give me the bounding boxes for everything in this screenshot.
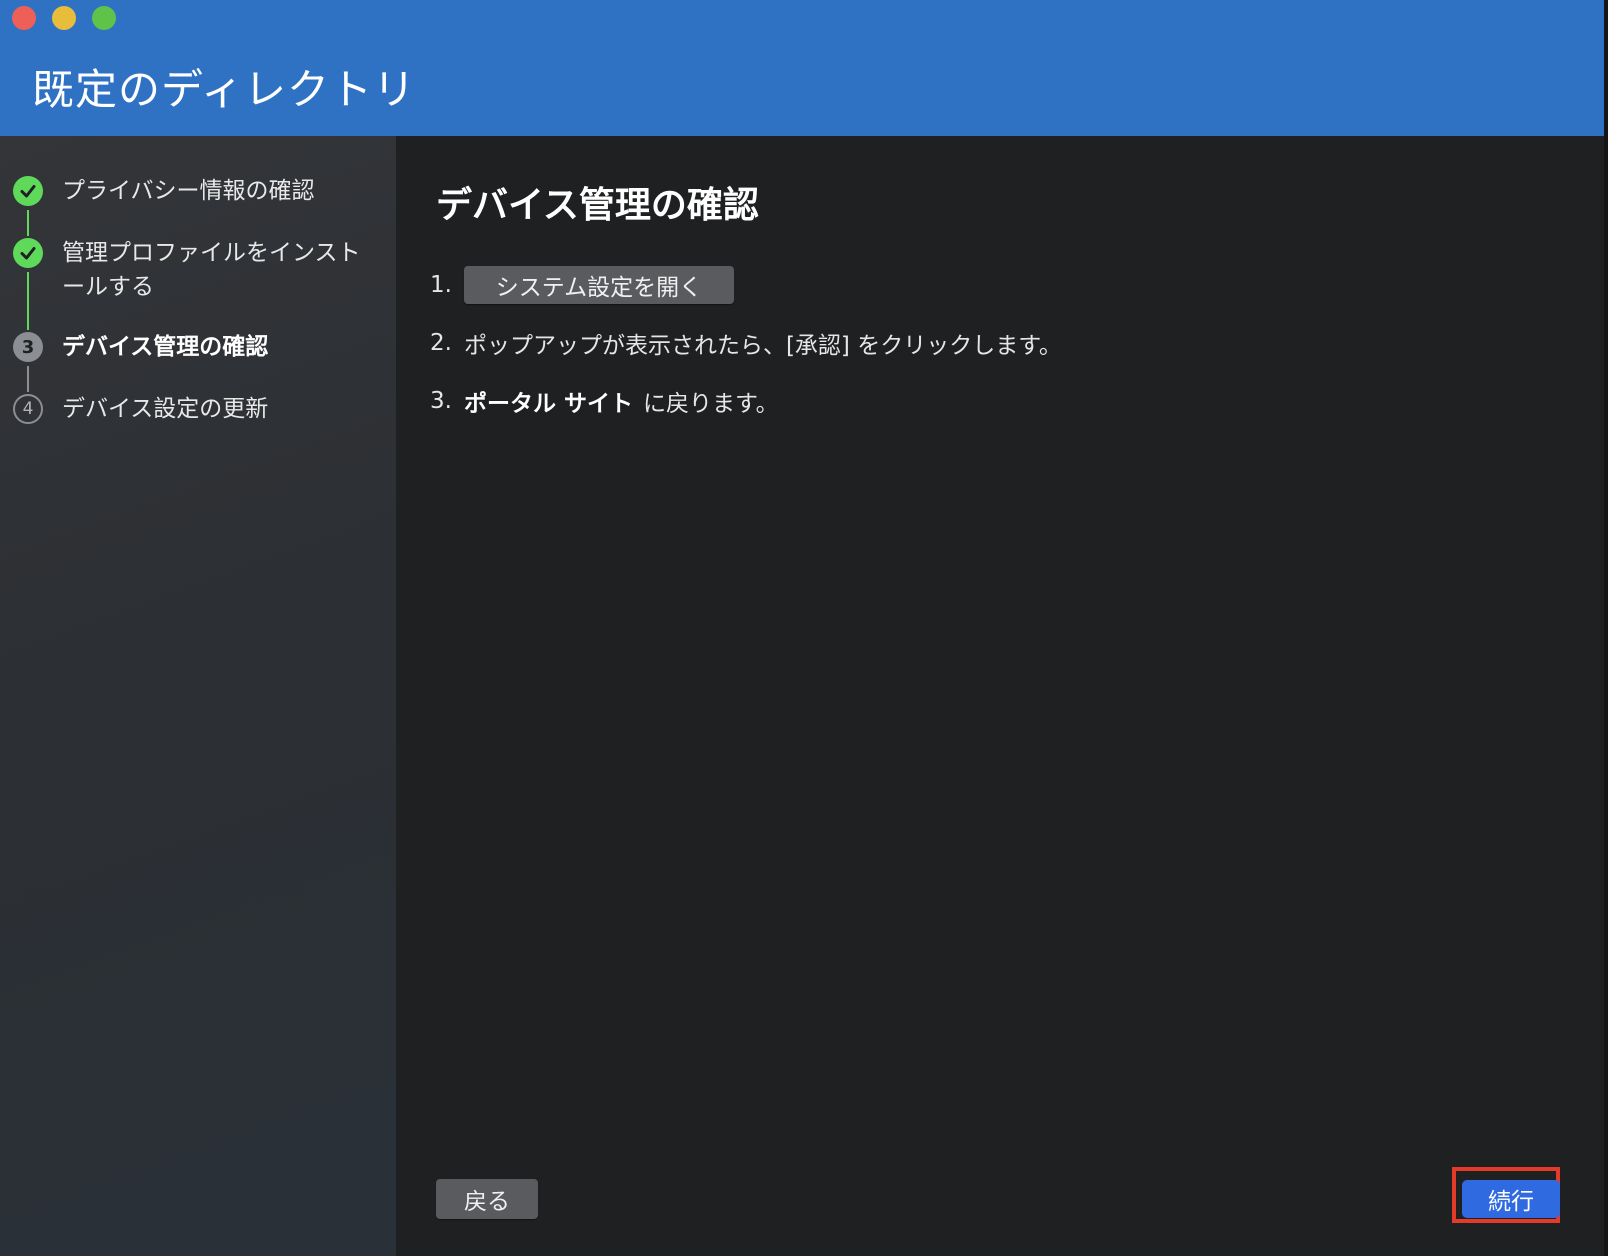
instruction-text: ポップアップが表示されたら、[承認] をクリックします。: [463, 333, 1062, 359]
window-edge: [1604, 0, 1608, 1256]
main-content: デバイス管理の確認 1. システム設定を開く 2. ポップアップが表示されたら、…: [396, 136, 1604, 1256]
continue-button[interactable]: 続行: [1462, 1180, 1560, 1218]
step-number: 2.: [430, 330, 452, 356]
step-number-badge: 4: [13, 394, 43, 424]
step-number-badge: 3: [13, 332, 43, 362]
window-title: 既定のディレクトリ: [32, 65, 417, 114]
instruction-step-2: 2. ポップアップが表示されたら、[承認] をクリックします。: [430, 326, 1062, 360]
instruction-step-3: 3. ポータル サイト に戻ります。: [430, 384, 779, 418]
close-window-button[interactable]: [12, 6, 36, 30]
step-connector: [27, 366, 29, 392]
sidebar-step-privacy: プライバシー情報の確認: [62, 178, 315, 204]
instruction-text: に戻ります。: [642, 391, 779, 417]
minimize-window-button[interactable]: [52, 6, 76, 30]
step-number: 3.: [430, 388, 452, 414]
checkmark-icon: [13, 176, 43, 206]
step-connector: [27, 272, 29, 330]
sidebar-step-device-management: デバイス管理の確認: [62, 334, 269, 360]
step-number: 1.: [430, 272, 452, 298]
back-button[interactable]: 戻る: [436, 1179, 538, 1219]
steps-sidebar: プライバシー情報の確認 管理プロファイルをインストールする 3 デバイス管理の確…: [0, 136, 396, 1256]
open-system-settings-button[interactable]: システム設定を開く: [463, 266, 734, 304]
portal-site-name: ポータル サイト: [463, 391, 633, 417]
zoom-window-button[interactable]: [92, 6, 116, 30]
page-title: デバイス管理の確認: [436, 185, 759, 226]
sidebar-step-update-settings: デバイス設定の更新: [62, 396, 269, 422]
sidebar-step-install-profile: 管理プロファイルをインストールする: [62, 240, 361, 300]
step-connector: [27, 210, 29, 236]
checkmark-icon: [13, 238, 43, 268]
instruction-step-1: 1. システム設定を開く: [430, 266, 734, 304]
title-bar: 既定のディレクトリ: [0, 0, 1604, 136]
